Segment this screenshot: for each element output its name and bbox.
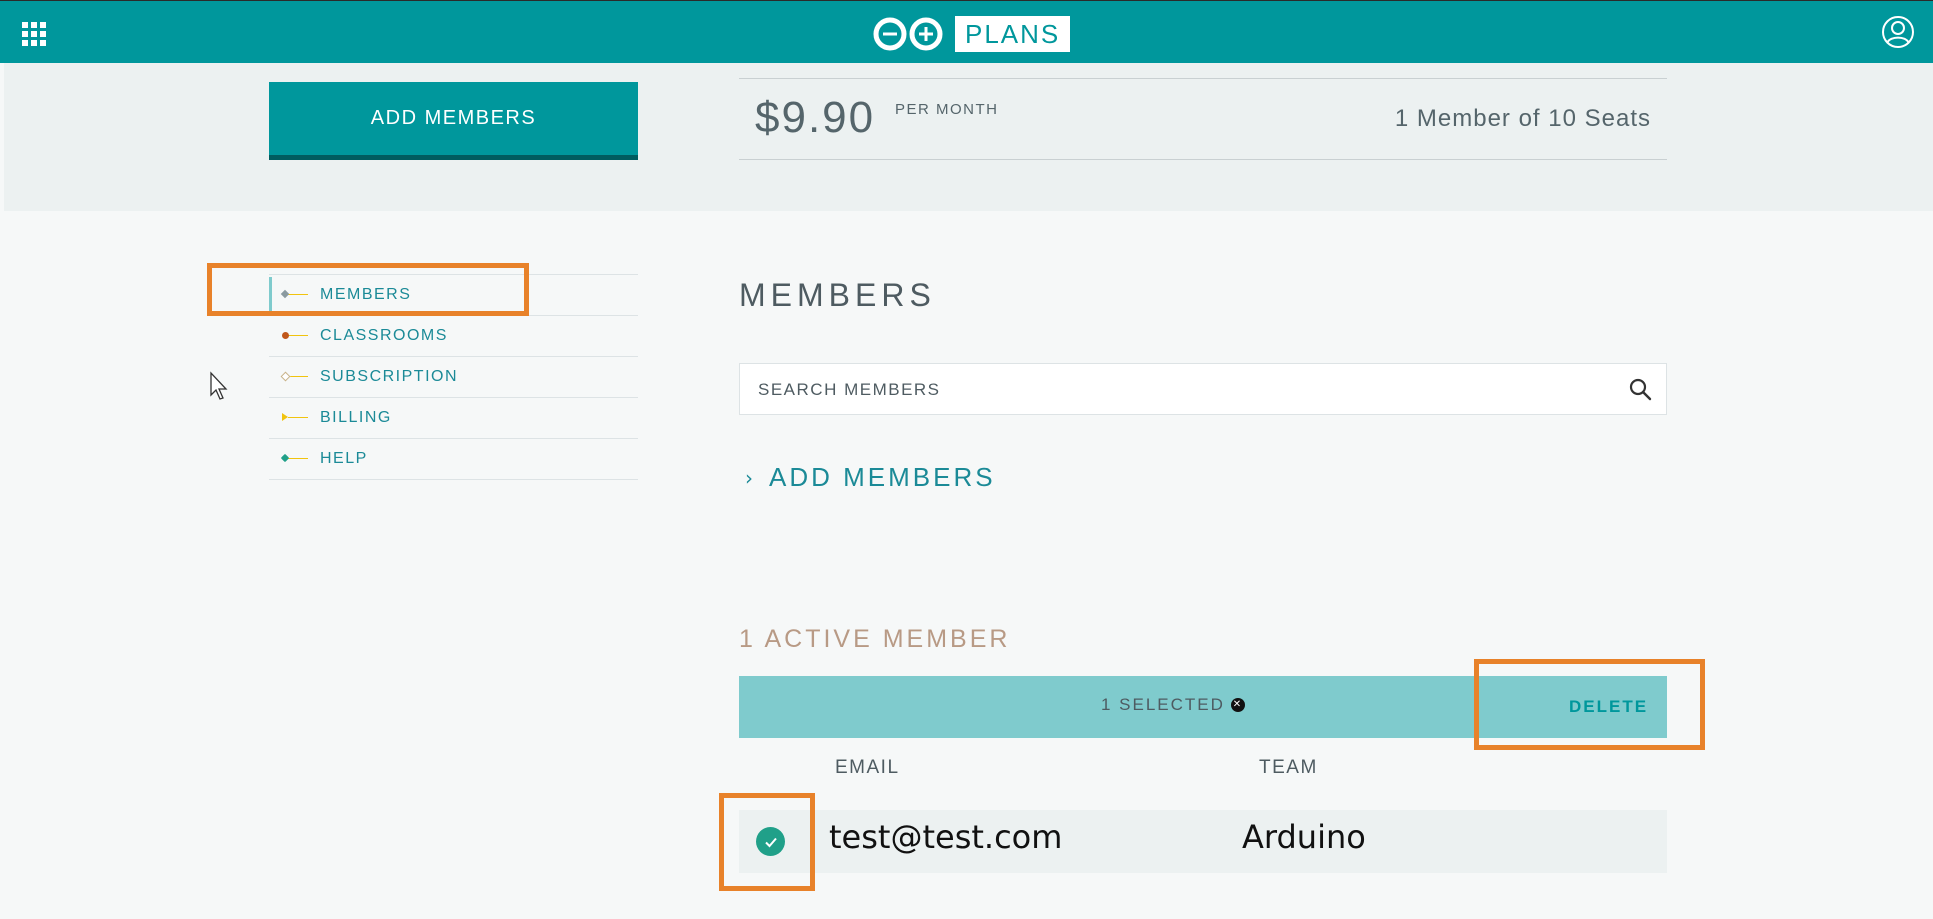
chevron-right-icon: › (745, 465, 753, 490)
add-members-link[interactable]: › ADD MEMBERS (745, 462, 996, 493)
search-input[interactable] (740, 364, 1620, 416)
triangle-marker-icon (282, 413, 308, 421)
seat-usage: 1 Member of 10 Seats (1394, 105, 1651, 132)
top-bar: PLANS (0, 0, 1933, 63)
sidebar-item-label: HELP (320, 450, 368, 467)
arduino-logo-icon (873, 17, 943, 51)
selected-count-label: 1 SELECTED (1101, 695, 1225, 714)
clear-selection-icon[interactable]: ✕ (1230, 698, 1245, 712)
sidebar-item-subscription[interactable]: SUBSCRIPTION (269, 356, 638, 397)
selection-status: 1 SELECTED ✕ (1101, 695, 1245, 715)
member-team: Arduino (1242, 818, 1366, 856)
plan-summary: $9.90 PER MONTH 1 Member of 10 Seats (739, 78, 1667, 160)
price-period: PER MONTH (895, 101, 999, 118)
search-icon[interactable] (1628, 377, 1652, 401)
sidebar-item-label: SUBSCRIPTION (320, 368, 459, 385)
column-header-team: TEAM (1259, 757, 1318, 778)
logo[interactable]: PLANS (871, 15, 1071, 53)
plans-label: PLANS (955, 16, 1071, 52)
sidebar-item-classrooms[interactable]: CLASSROOMS (269, 315, 638, 356)
member-email: test@test.com (829, 818, 1063, 856)
highlight-box-delete (1474, 659, 1705, 750)
highlight-box-checkbox (719, 793, 815, 891)
active-member-count: 1 ACTIVE MEMBER (739, 625, 1011, 653)
diamond-marker-icon (280, 371, 308, 382)
price: $9.90 (755, 93, 876, 142)
sidebar-item-help[interactable]: HELP (269, 438, 638, 480)
highlight-box-members-nav (207, 263, 529, 316)
dot-marker-icon (282, 332, 308, 339)
mouse-cursor-icon (210, 371, 228, 400)
add-members-button[interactable]: ADD MEMBERS (269, 82, 638, 160)
sidebar-item-billing[interactable]: BILLING (269, 397, 638, 438)
page-title: MEMBERS (739, 277, 936, 313)
sidebar-item-label: CLASSROOMS (320, 327, 448, 344)
sidebar-item-label: BILLING (320, 409, 392, 426)
apps-grid-icon[interactable] (22, 22, 46, 46)
add-members-link-label: ADD MEMBERS (769, 462, 996, 492)
column-header-email: EMAIL (835, 757, 900, 778)
user-account-icon[interactable] (1881, 15, 1915, 49)
search-box (739, 363, 1667, 416)
plus-marker-icon (280, 453, 308, 463)
